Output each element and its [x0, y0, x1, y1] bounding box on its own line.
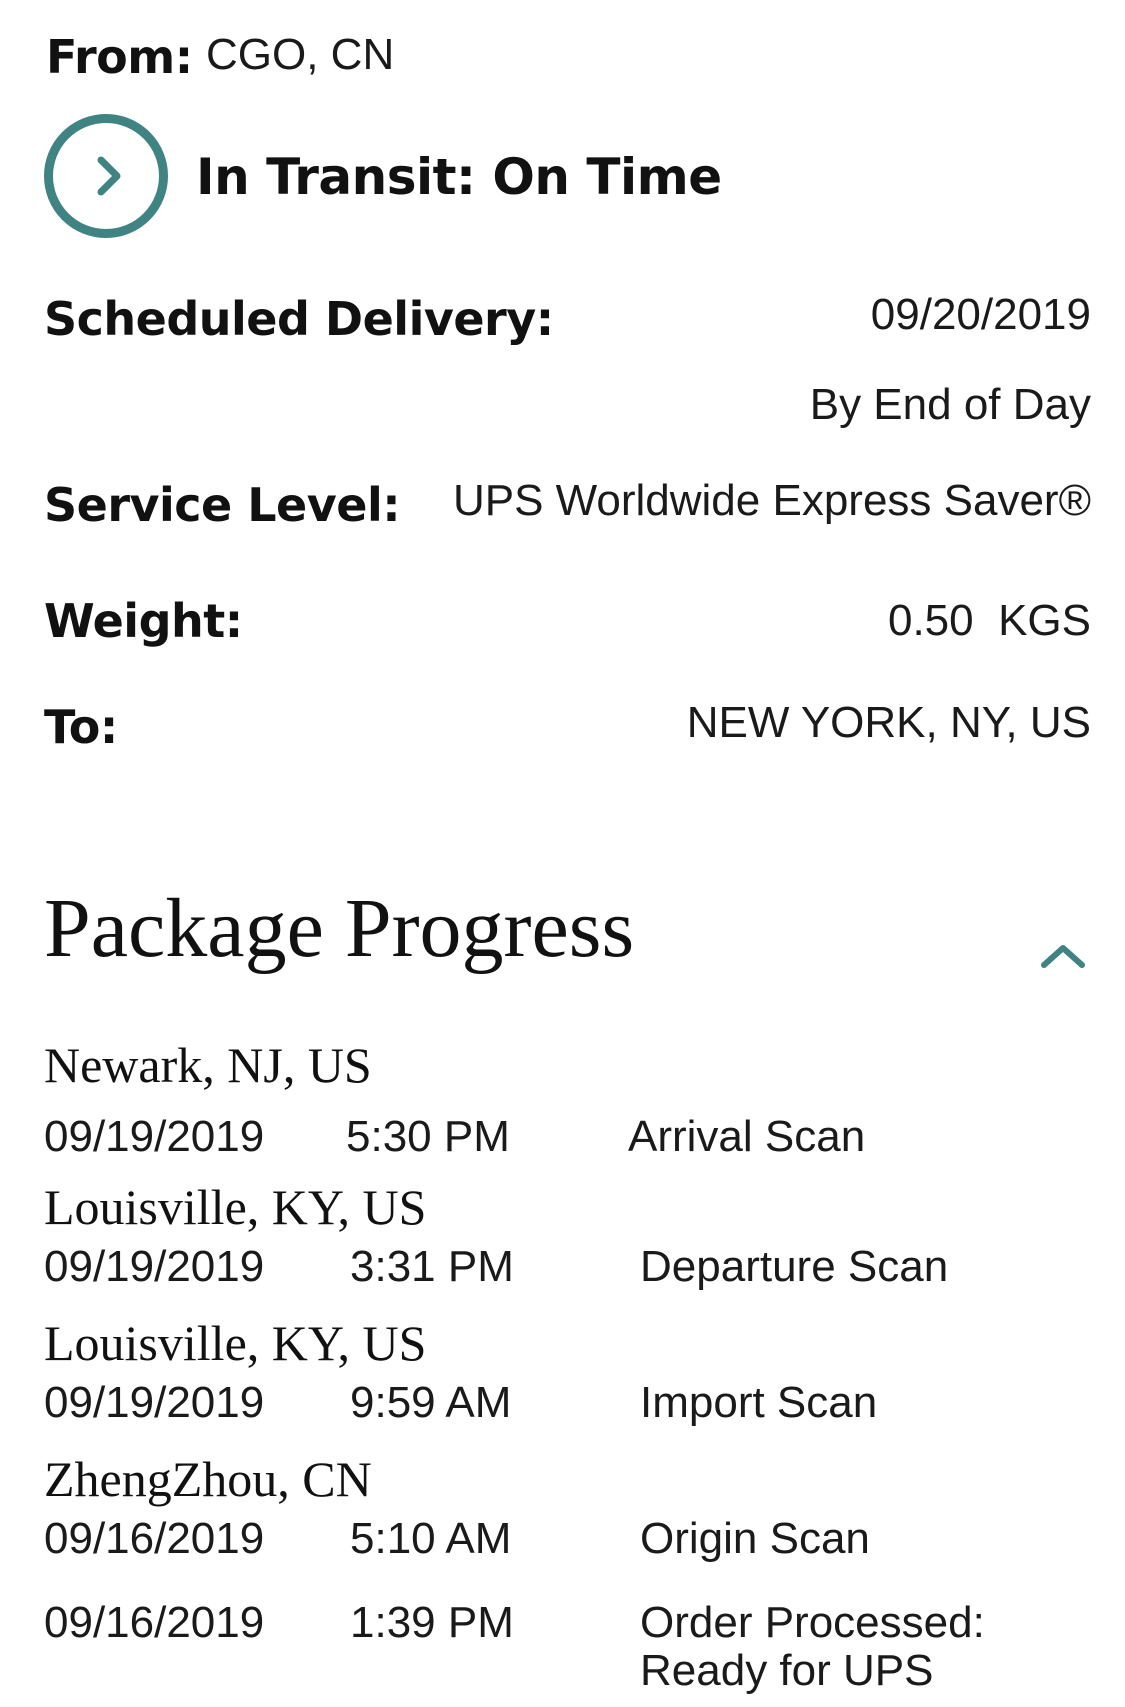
- event-location: Louisville, KY, US: [44, 1179, 427, 1235]
- scheduled-delivery-time: By End of Day: [809, 380, 1091, 429]
- service-level-value: UPS Worldwide Express Saver®: [452, 476, 1091, 525]
- event-activity: Arrival Scan: [628, 1112, 866, 1161]
- event-date: 09/19/2019: [44, 1112, 265, 1161]
- event-activity: Departure Scan: [640, 1242, 949, 1291]
- scheduled-delivery-label: Scheduled Delivery:: [44, 292, 554, 346]
- event-time: 3:31 PM: [350, 1242, 514, 1291]
- event-time: 5:10 AM: [350, 1514, 512, 1563]
- event-activity: Order Processed:: [640, 1598, 985, 1647]
- event-activity-line2: Ready for UPS: [640, 1646, 934, 1695]
- event-date: 09/19/2019: [44, 1378, 265, 1427]
- weight-label: Weight:: [44, 594, 243, 648]
- event-date: 09/16/2019: [44, 1514, 265, 1563]
- event-location: Louisville, KY, US: [44, 1315, 427, 1371]
- event-time: 1:39 PM: [350, 1598, 514, 1647]
- weight-value: 0.50 KGS: [887, 596, 1091, 645]
- from-label: From:: [46, 30, 193, 84]
- event-activity: Import Scan: [640, 1378, 878, 1427]
- package-progress-title: Package Progress: [44, 882, 635, 975]
- event-location: ZhengZhou, CN: [44, 1451, 372, 1507]
- event-date: 09/19/2019: [44, 1242, 265, 1291]
- chevron-up-icon[interactable]: [1038, 940, 1088, 970]
- delivery-status: In Transit: On Time: [196, 148, 722, 206]
- event-time: 9:59 AM: [350, 1378, 512, 1427]
- to-value: NEW YORK, NY, US: [686, 698, 1091, 747]
- event-activity: Origin Scan: [640, 1514, 870, 1563]
- event-time: 5:30 PM: [346, 1112, 510, 1161]
- event-date: 09/16/2019: [44, 1598, 265, 1647]
- event-location: Newark, NJ, US: [44, 1037, 372, 1093]
- chevron-right-icon[interactable]: [44, 114, 168, 238]
- to-label: To:: [44, 700, 118, 754]
- from-value: CGO, CN: [206, 30, 395, 79]
- service-level-label: Service Level:: [44, 478, 401, 532]
- scheduled-delivery-date: 09/20/2019: [870, 290, 1091, 339]
